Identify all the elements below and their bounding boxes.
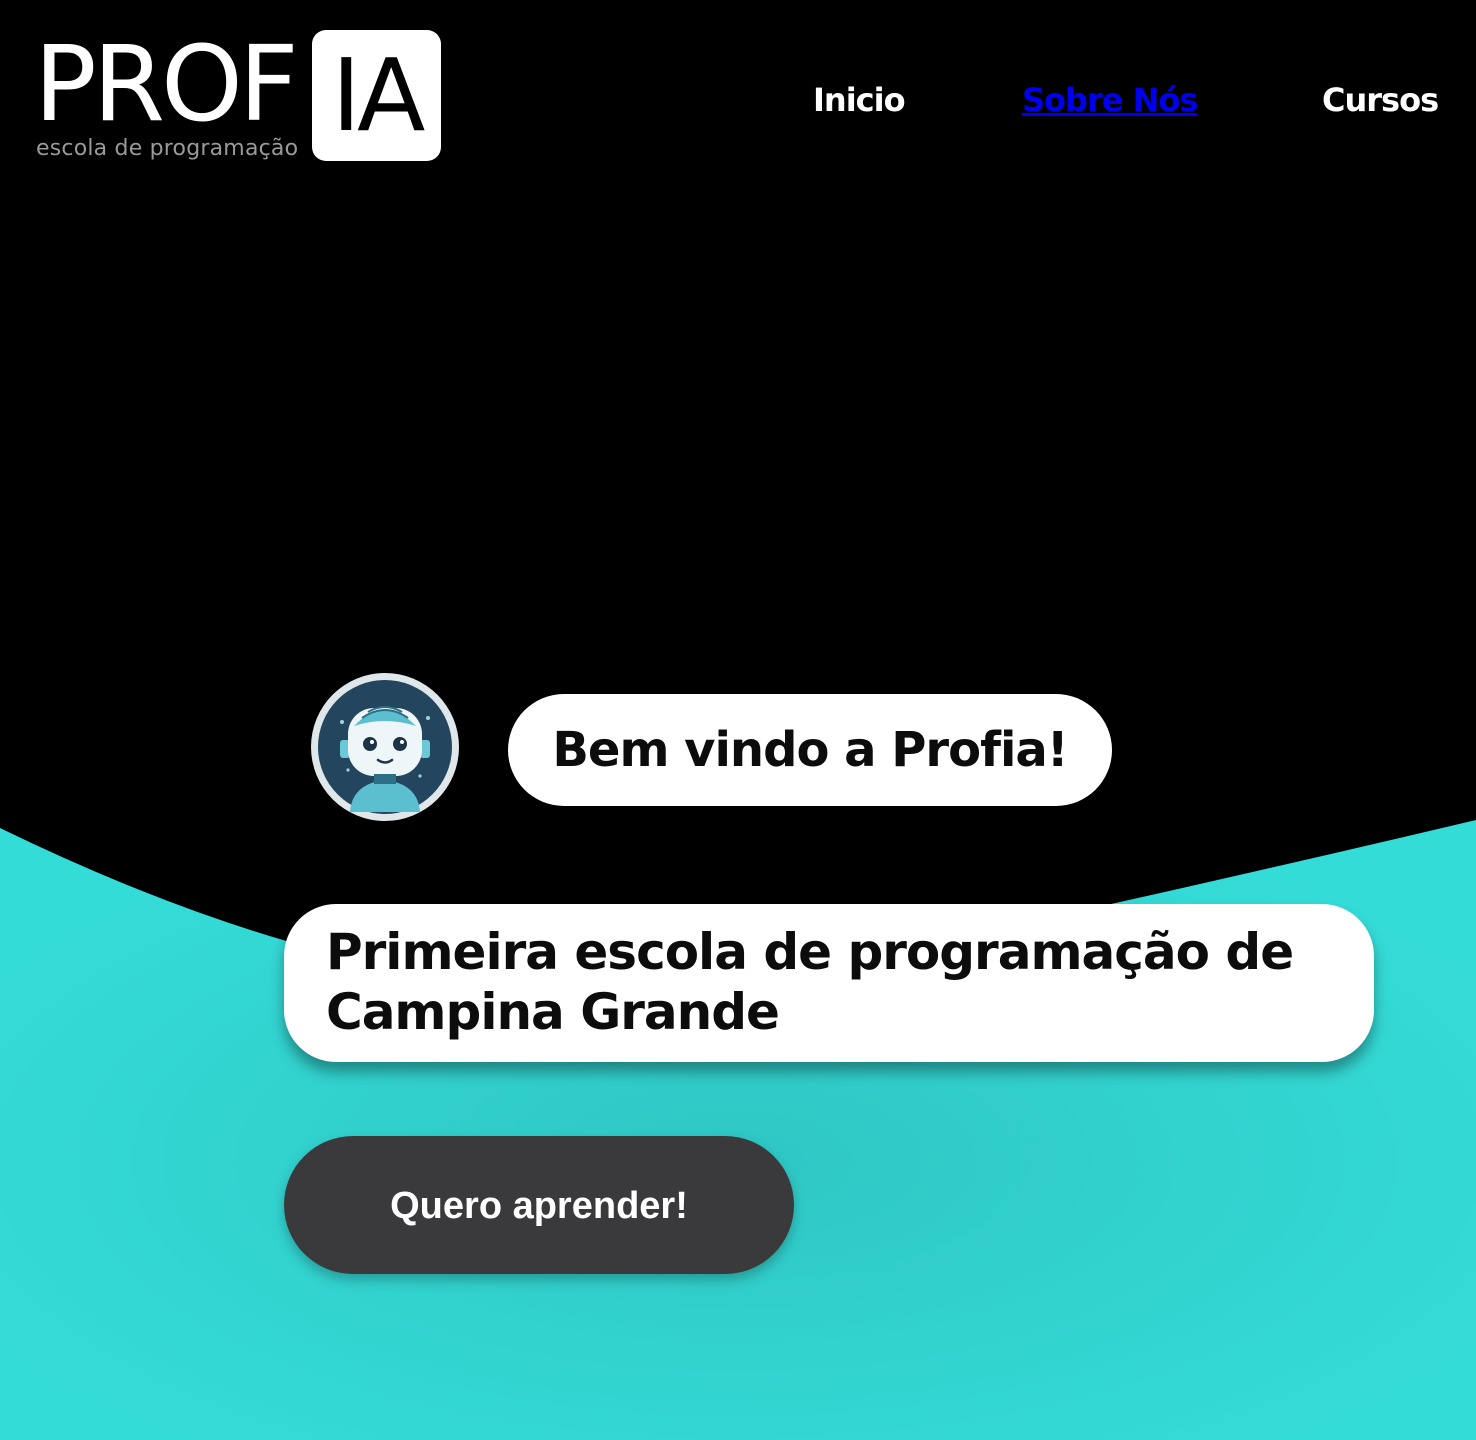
landing-page: PROF IA escola de programação Inicio Sob… (0, 0, 1476, 1440)
profia-logo[interactable]: PROF IA escola de programação (34, 30, 454, 170)
hero-tagline-bubble: Primeira escola de programação de Campin… (284, 904, 1374, 1062)
logo-ia-badge: IA (312, 30, 441, 161)
nav-link-cursos[interactable]: Cursos (1322, 80, 1439, 120)
quero-aprender-button[interactable]: Quero aprender! (284, 1136, 794, 1274)
robot-avatar-icon (311, 673, 459, 821)
welcome-bubble: Bem vindo a Profia! (508, 694, 1112, 806)
nav-link-sobre-nos[interactable]: Sobre Nós (1022, 80, 1198, 120)
logo-tagline: escola de programação (36, 136, 299, 161)
logo-prof-text: PROF (34, 23, 299, 145)
nav-link-inicio[interactable]: Inicio (813, 80, 906, 120)
logo-ia-text: IA (331, 37, 426, 154)
